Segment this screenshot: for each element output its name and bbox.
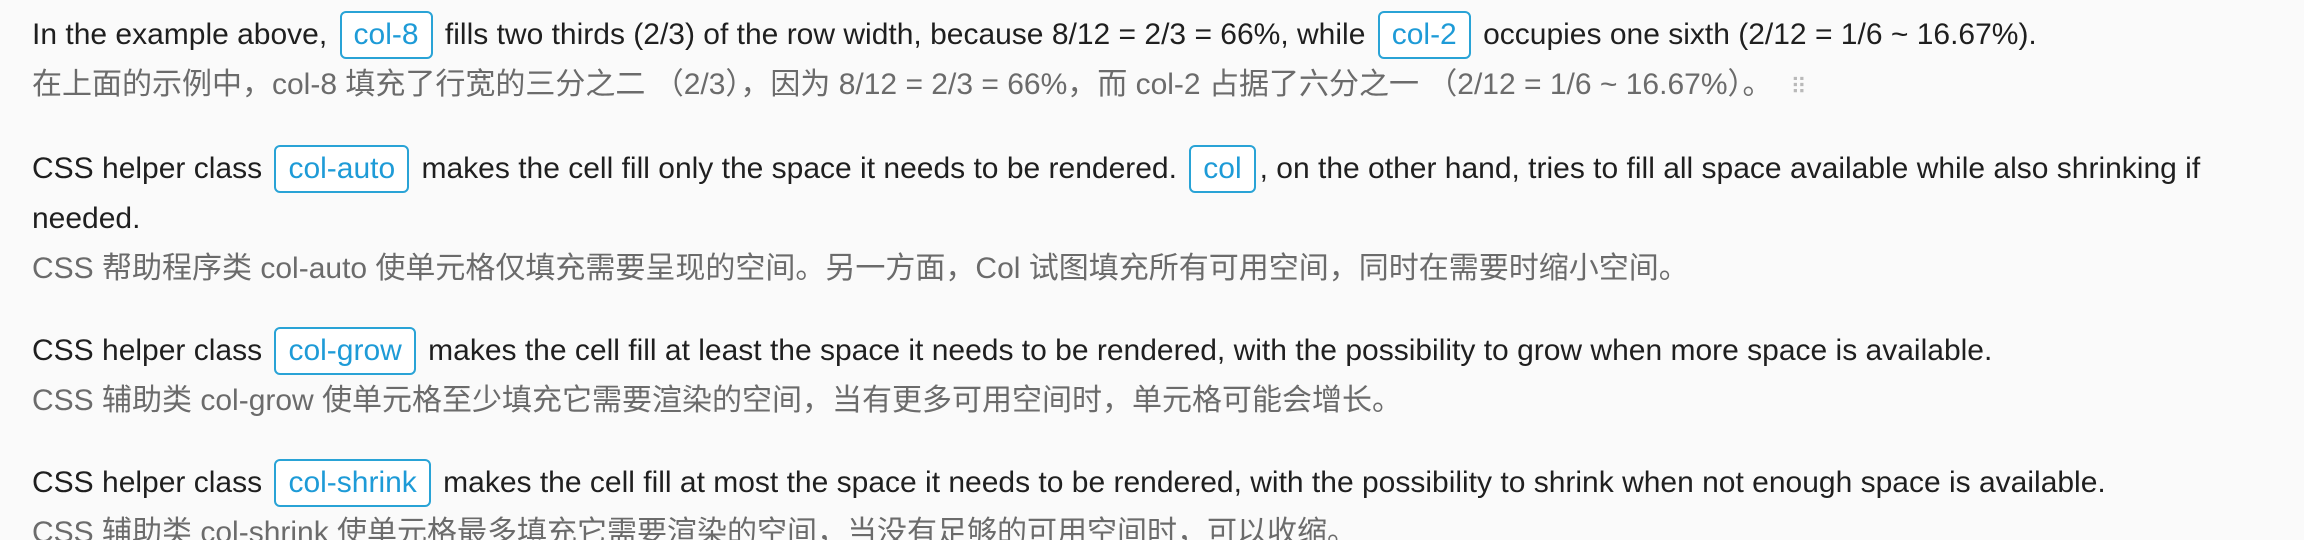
- text: makes the cell fill at most the space it…: [434, 466, 2106, 499]
- text: In the example above,: [32, 18, 336, 51]
- code-col-auto: col-auto: [274, 145, 410, 193]
- text: fills two thirds (2/3) of the row width,…: [436, 18, 1374, 51]
- paragraph-col-grow: CSS helper class col-grow makes the cell…: [32, 326, 2292, 426]
- paragraph-col-shrink: CSS helper class col-shrink makes the ce…: [32, 458, 2292, 540]
- text: CSS helper class: [32, 334, 271, 367]
- doc-content: In the example above, col-8 fills two th…: [0, 0, 2292, 540]
- code-col-8: col-8: [339, 11, 433, 59]
- translation-text: CSS 帮助程序类 col-auto 使单元格仅填充需要呈现的空间。另一方面，C…: [32, 252, 1689, 285]
- paragraph-zh: 在上面的示例中，col-8 填充了行宽的三分之二 （2/3），因为 8/12 =…: [32, 60, 2292, 112]
- paragraph-zh: CSS 帮助程序类 col-auto 使单元格仅填充需要呈现的空间。另一方面，C…: [32, 244, 2292, 294]
- drag-handle-icon[interactable]: ⠿: [1791, 62, 1807, 112]
- paragraph-en: CSS helper class col-grow makes the cell…: [32, 326, 2292, 376]
- text: CSS helper class: [32, 152, 271, 185]
- paragraph-en: CSS helper class col-auto makes the cell…: [32, 144, 2292, 244]
- text: makes the cell fill at least the space i…: [419, 334, 1993, 367]
- paragraph-en: In the example above, col-8 fills two th…: [32, 10, 2292, 60]
- translation-text: CSS 辅助类 col-grow 使单元格至少填充它需要渲染的空间，当有更多可用…: [32, 384, 1403, 417]
- text: occupies one sixth (2/12 = 1/6 ~ 16.67%)…: [1474, 18, 2037, 51]
- paragraph-en: CSS helper class col-shrink makes the ce…: [32, 458, 2292, 508]
- paragraph-zh: CSS 辅助类 col-shrink 使单元格最多填充它需要渲染的空间，当没有足…: [32, 508, 2292, 540]
- code-col-2: col-2: [1377, 11, 1471, 59]
- code-col-grow: col-grow: [274, 327, 416, 375]
- translation-text: CSS 辅助类 col-shrink 使单元格最多填充它需要渲染的空间，当没有足…: [32, 516, 1358, 540]
- code-col: col: [1189, 145, 1256, 193]
- paragraph-col-width: In the example above, col-8 fills two th…: [32, 10, 2292, 112]
- text: CSS helper class: [32, 466, 271, 499]
- code-col-shrink: col-shrink: [274, 459, 431, 507]
- translation-text: 在上面的示例中，col-8 填充了行宽的三分之二 （2/3），因为 8/12 =…: [32, 68, 1773, 101]
- text: makes the cell fill only the space it ne…: [413, 152, 1186, 185]
- paragraph-col-auto: CSS helper class col-auto makes the cell…: [32, 144, 2292, 294]
- paragraph-zh: CSS 辅助类 col-grow 使单元格至少填充它需要渲染的空间，当有更多可用…: [32, 376, 2292, 426]
